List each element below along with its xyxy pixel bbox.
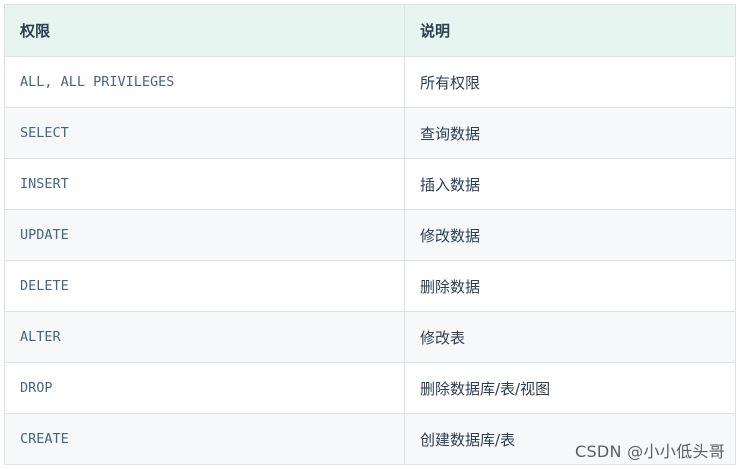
table-row: INSERT 插入数据 [4,158,736,210]
description-cell: 修改表 [404,311,736,363]
table-row: ALL, ALL PRIVILEGES 所有权限 [4,56,736,108]
description-cell: 修改数据 [404,209,736,261]
table-row: DROP 删除数据库/表/视图 [4,362,736,414]
privilege-cell: SELECT [4,107,405,159]
table-row: SELECT 查询数据 [4,107,736,159]
header-description: 说明 [404,4,736,57]
privilege-cell: CREATE [4,413,405,465]
table-row: ALTER 修改表 [4,311,736,363]
description-cell: 查询数据 [404,107,736,159]
table-row: UPDATE 修改数据 [4,209,736,261]
table-header: 权限 说明 [4,4,736,57]
privilege-cell: ALTER [4,311,405,363]
privilege-cell: DROP [4,362,405,414]
privilege-cell: DELETE [4,260,405,312]
description-cell: 所有权限 [404,56,736,108]
table-body: ALL, ALL PRIVILEGES 所有权限 SELECT 查询数据 INS… [4,56,736,465]
description-cell: 删除数据 [404,260,736,312]
description-cell: 删除数据库/表/视图 [404,362,736,414]
privilege-cell: UPDATE [4,209,405,261]
privileges-table: 权限 说明 ALL, ALL PRIVILEGES 所有权限 SELECT 查询… [4,4,736,465]
csdn-watermark: CSDN @小小低头哥 [574,442,725,461]
privileges-table-container: 权限 说明 ALL, ALL PRIVILEGES 所有权限 SELECT 查询… [4,4,736,465]
description-cell: 插入数据 [404,158,736,210]
header-row: 权限 说明 [4,4,736,57]
header-privilege: 权限 [4,4,405,57]
privilege-cell: ALL, ALL PRIVILEGES [4,56,405,108]
privilege-cell: INSERT [4,158,405,210]
table-row: DELETE 删除数据 [4,260,736,312]
